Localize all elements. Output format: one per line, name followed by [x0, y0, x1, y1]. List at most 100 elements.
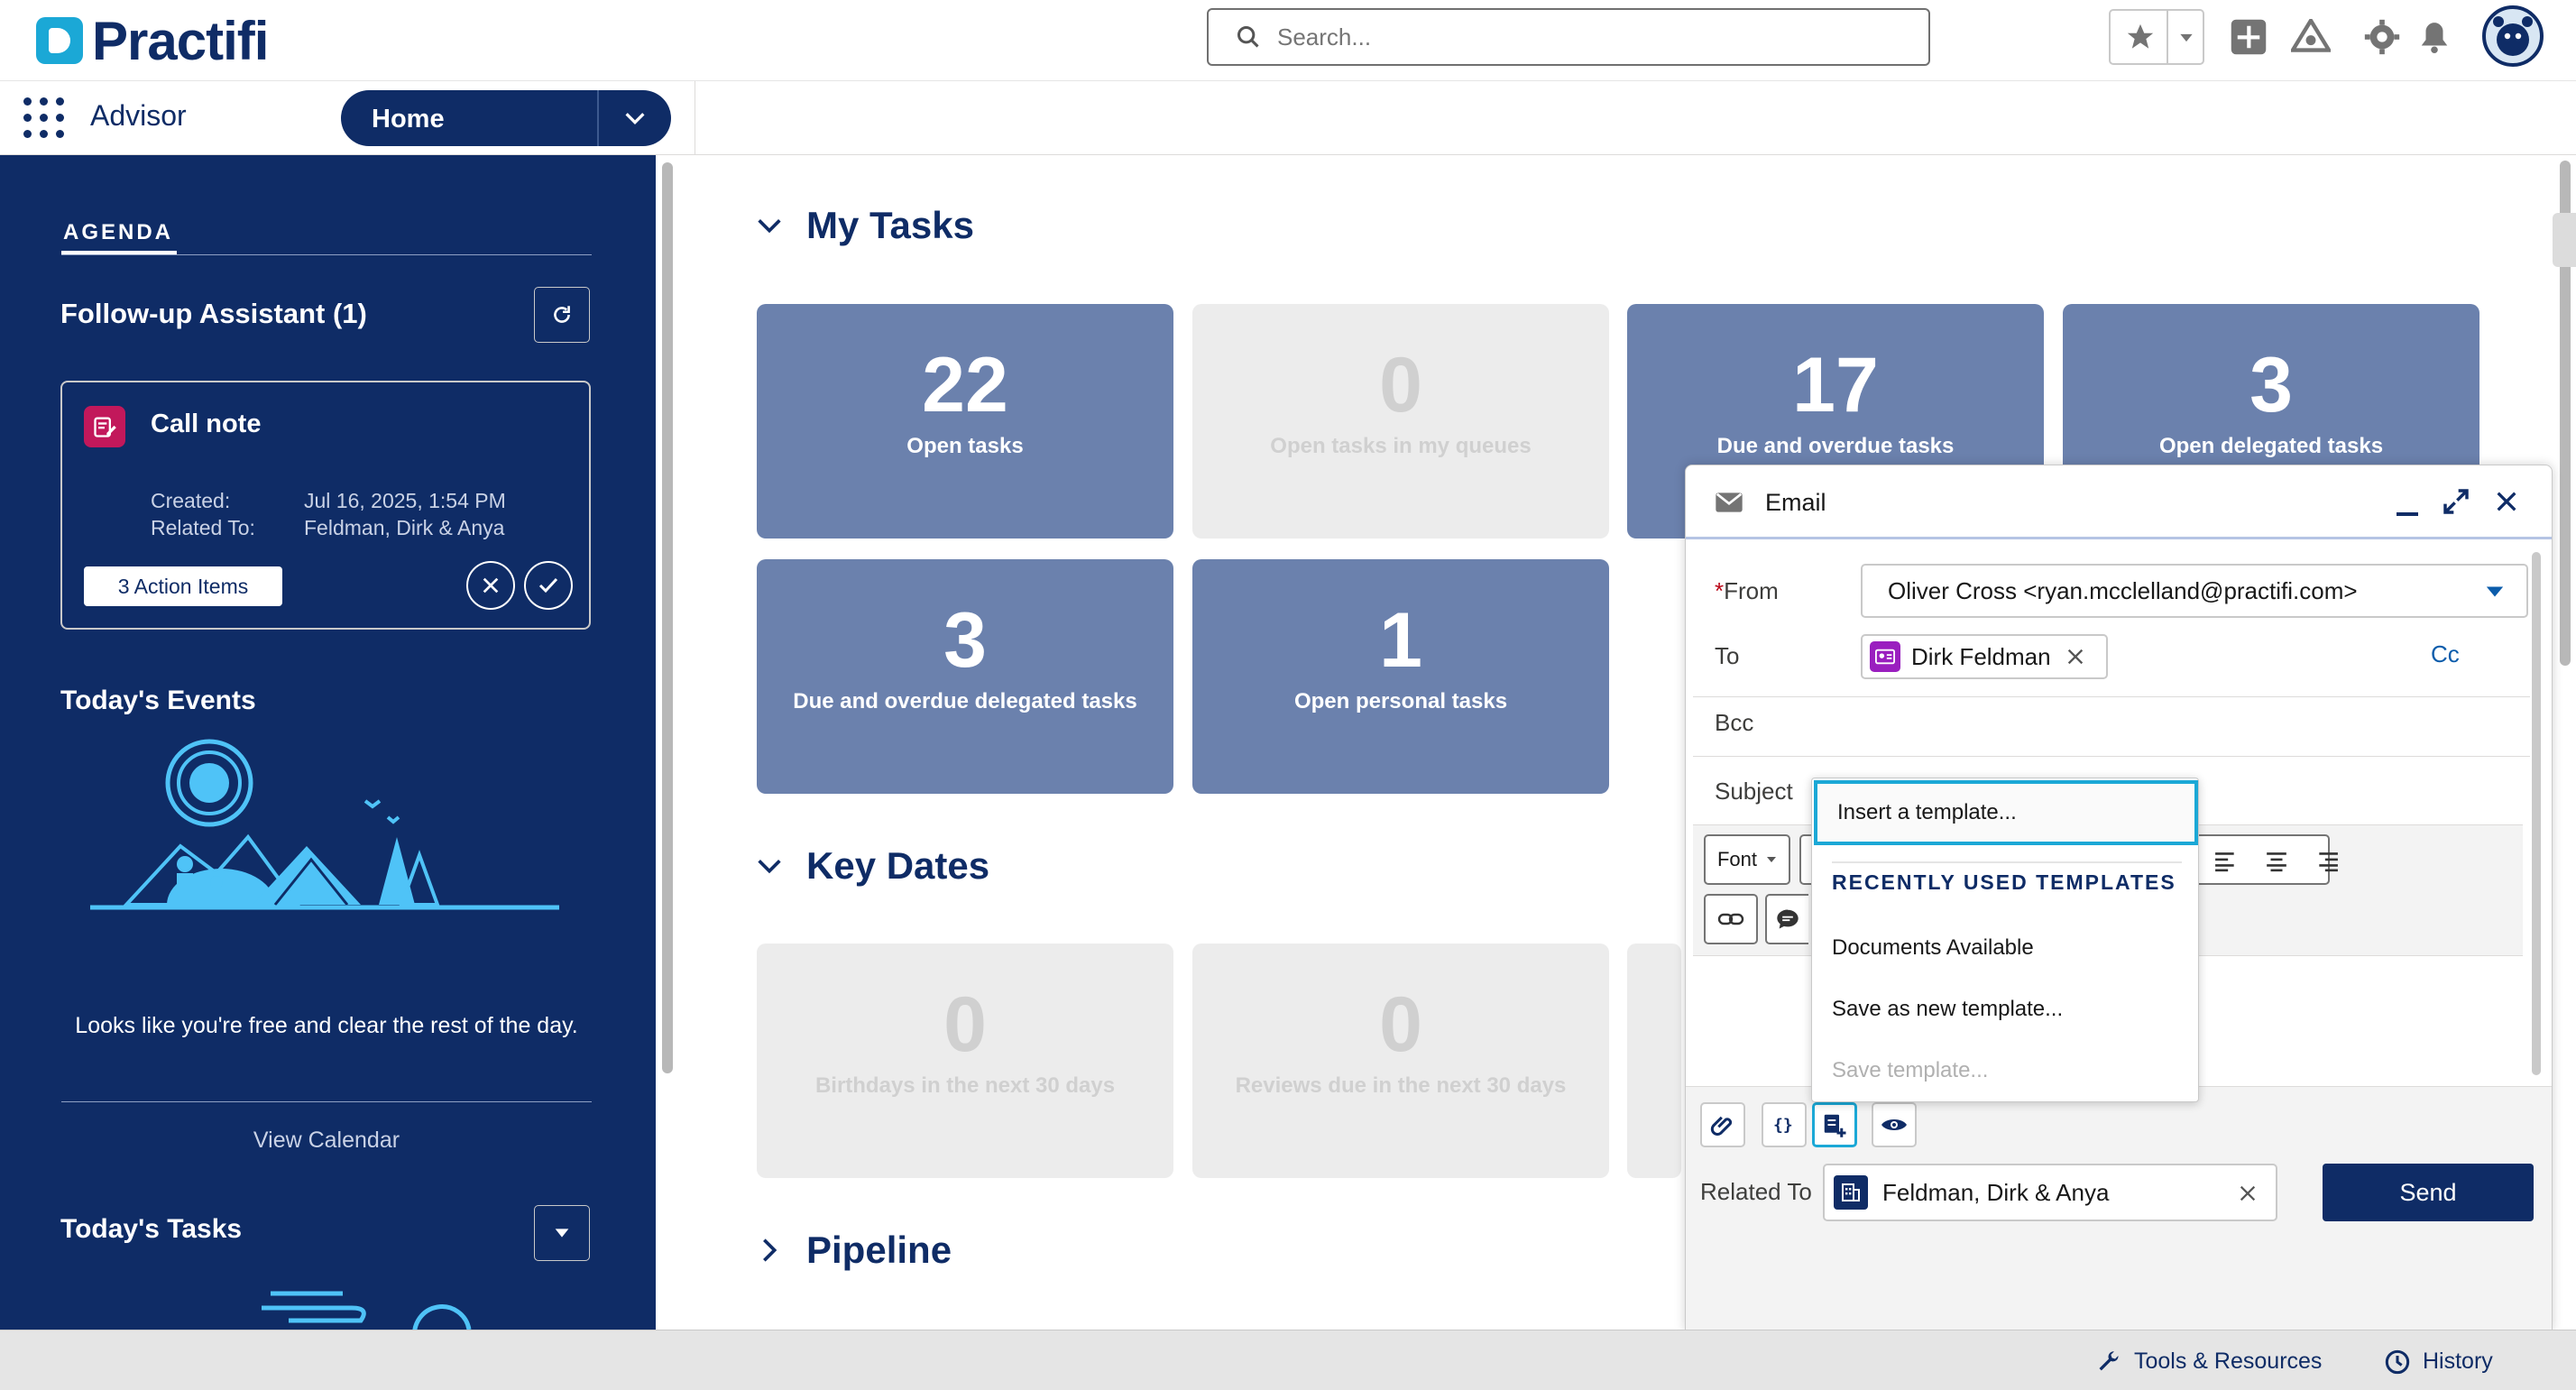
- agenda-sidebar: AGENDA Follow-up Assistant (1) Call note…: [0, 155, 656, 1330]
- align-left-icon[interactable]: [2214, 849, 2238, 872]
- tools-resources-item[interactable]: Tools & Resources: [2096, 1349, 2322, 1375]
- recent-templates-header: RECENTLY USED TEMPLATES: [1832, 870, 2176, 894]
- action-items-button[interactable]: 3 Action Items: [84, 566, 282, 606]
- history-item[interactable]: History: [2385, 1349, 2493, 1375]
- save-as-new-template-option[interactable]: Save as new template...: [1832, 997, 2063, 1022]
- refresh-icon: [554, 306, 570, 323]
- insert-link-button[interactable]: [1704, 894, 1758, 944]
- trailhead-button[interactable]: [2291, 18, 2331, 56]
- setup-button[interactable]: [2363, 18, 2401, 56]
- tile-label: Birthdays in the next 30 days: [814, 1073, 1116, 1098]
- insert-template-option[interactable]: Insert a template...: [1814, 780, 2198, 845]
- contact-icon: [1870, 641, 1900, 672]
- email-icon: [1716, 492, 1743, 512]
- practifi-logo[interactable]: Practifi: [36, 9, 269, 72]
- remove-recipient-icon[interactable]: [2065, 647, 2085, 667]
- clock-icon: [2385, 1349, 2410, 1374]
- merge-field-icon: {}: [1773, 1116, 1793, 1135]
- utility-bar: Tools & Resources History: [0, 1330, 2576, 1390]
- email-title: Email: [1765, 489, 1826, 516]
- preview-button[interactable]: [1872, 1102, 1917, 1147]
- search-input[interactable]: [1275, 22, 1907, 52]
- tile-value: 1: [1379, 597, 1422, 684]
- chevron-down-icon: [758, 860, 781, 874]
- user-avatar[interactable]: [2482, 5, 2544, 67]
- related-to-field[interactable]: Feldman, Dirk & Anya: [1823, 1164, 2277, 1221]
- divider: [61, 1101, 592, 1102]
- eye-icon: [1881, 1119, 1907, 1130]
- merge-field-button[interactable]: {}: [1762, 1102, 1807, 1147]
- tile-value: 0: [1379, 981, 1422, 1068]
- nav-home-tab[interactable]: Home: [341, 90, 671, 146]
- tile-open-personal-tasks[interactable]: 1 Open personal tasks: [1192, 559, 1609, 794]
- minimize-icon: [2397, 512, 2418, 516]
- bcc-label[interactable]: Bcc: [1715, 709, 1753, 737]
- attach-file-button[interactable]: [1700, 1102, 1745, 1147]
- to-recipient-pill[interactable]: Dirk Feldman: [1861, 634, 2108, 679]
- related-to-value: Feldman, Dirk & Anya: [1882, 1178, 2110, 1206]
- todays-tasks-title: Today's Tasks: [60, 1214, 243, 1244]
- app-nav-bar: Advisor Home: [0, 81, 2576, 155]
- tasks-illustration: [262, 1291, 472, 1330]
- tile-open-tasks-in-queues[interactable]: 0 Open tasks in my queues: [1192, 304, 1609, 539]
- expand-button[interactable]: [2442, 487, 2474, 520]
- key-dates-header[interactable]: Key Dates: [754, 844, 989, 888]
- font-select[interactable]: Font: [1704, 834, 1790, 885]
- chevron-down-icon[interactable]: [622, 106, 648, 131]
- call-note-icon: [84, 406, 125, 447]
- template-documents-available[interactable]: Documents Available: [1832, 935, 2034, 961]
- tile-reviews-due[interactable]: 0 Reviews due in the next 30 days: [1192, 944, 1609, 1178]
- save-template-option: Save template...: [1832, 1058, 1989, 1082]
- tile-value: 17: [1792, 342, 1879, 428]
- template-menu: Insert a template... RECENTLY USED TEMPL…: [1811, 778, 2199, 1102]
- from-select[interactable]: Oliver Cross <ryan.mcclelland@practifi.c…: [1861, 564, 2528, 618]
- subject-label: Subject: [1715, 778, 1793, 805]
- global-create-button[interactable]: [2230, 18, 2268, 56]
- chevron-down-icon: [1767, 857, 1777, 862]
- complete-button[interactable]: [524, 561, 573, 610]
- from-value: Oliver Cross <ryan.mcclelland@practifi.c…: [1888, 576, 2358, 604]
- expand-icon: [2443, 489, 2469, 514]
- call-note-card[interactable]: Call note Created: Jul 16, 2025, 1:54 PM…: [60, 381, 591, 630]
- notifications-button[interactable]: [2415, 18, 2453, 56]
- account-icon: [1834, 1175, 1868, 1210]
- cc-link[interactable]: Cc: [2431, 640, 2460, 668]
- app-name: Advisor: [90, 99, 187, 132]
- pipeline-header[interactable]: Pipeline: [754, 1229, 952, 1272]
- minimize-button[interactable]: [2391, 487, 2424, 520]
- svg-text:{}: {}: [1773, 1116, 1793, 1135]
- send-button[interactable]: Send: [2323, 1164, 2534, 1221]
- tile-label: Open tasks: [906, 434, 1024, 458]
- email-scrollbar[interactable]: [2532, 552, 2541, 1075]
- chevron-right-icon: [763, 1238, 777, 1262]
- chevron-down-icon: [758, 219, 781, 234]
- clear-icon[interactable]: [2238, 1183, 2258, 1203]
- my-tasks-header[interactable]: My Tasks: [754, 204, 974, 247]
- follow-up-title: Follow-up Assistant (1): [60, 298, 367, 329]
- insert-template-button[interactable]: [1812, 1102, 1857, 1147]
- chevron-down-icon: [2180, 33, 2193, 42]
- align-right-icon[interactable]: [2315, 849, 2339, 872]
- favorites-button[interactable]: [2109, 9, 2204, 65]
- divider: [2167, 11, 2168, 63]
- tasks-dropdown-button[interactable]: [534, 1205, 590, 1261]
- nav-home-label: Home: [372, 105, 445, 133]
- app-launcher-icon[interactable]: [23, 97, 65, 139]
- close-button[interactable]: [2494, 489, 2525, 520]
- tab-agenda[interactable]: AGENDA: [63, 220, 173, 245]
- dismiss-button[interactable]: [466, 561, 515, 610]
- tile-label: Due and overdue delegated tasks: [793, 689, 1137, 713]
- tile-due-overdue-delegated[interactable]: 3 Due and overdue delegated tasks: [757, 559, 1173, 794]
- side-panel-toggle[interactable]: [2553, 213, 2576, 267]
- refresh-button[interactable]: [534, 287, 590, 343]
- chevron-down-icon: [555, 1229, 569, 1238]
- view-calendar-link[interactable]: View Calendar: [61, 1128, 592, 1154]
- align-center-icon[interactable]: [2265, 849, 2288, 872]
- tile-birthdays[interactable]: 0 Birthdays in the next 30 days: [757, 944, 1173, 1178]
- call-note-title[interactable]: Call note: [151, 410, 261, 439]
- wrench-icon: [2099, 1350, 2119, 1370]
- tile-open-tasks[interactable]: 22 Open tasks: [757, 304, 1173, 539]
- global-search[interactable]: [1207, 8, 1930, 66]
- sidebar-scrollbar[interactable]: [662, 162, 673, 1073]
- comment-button[interactable]: [1765, 894, 1808, 944]
